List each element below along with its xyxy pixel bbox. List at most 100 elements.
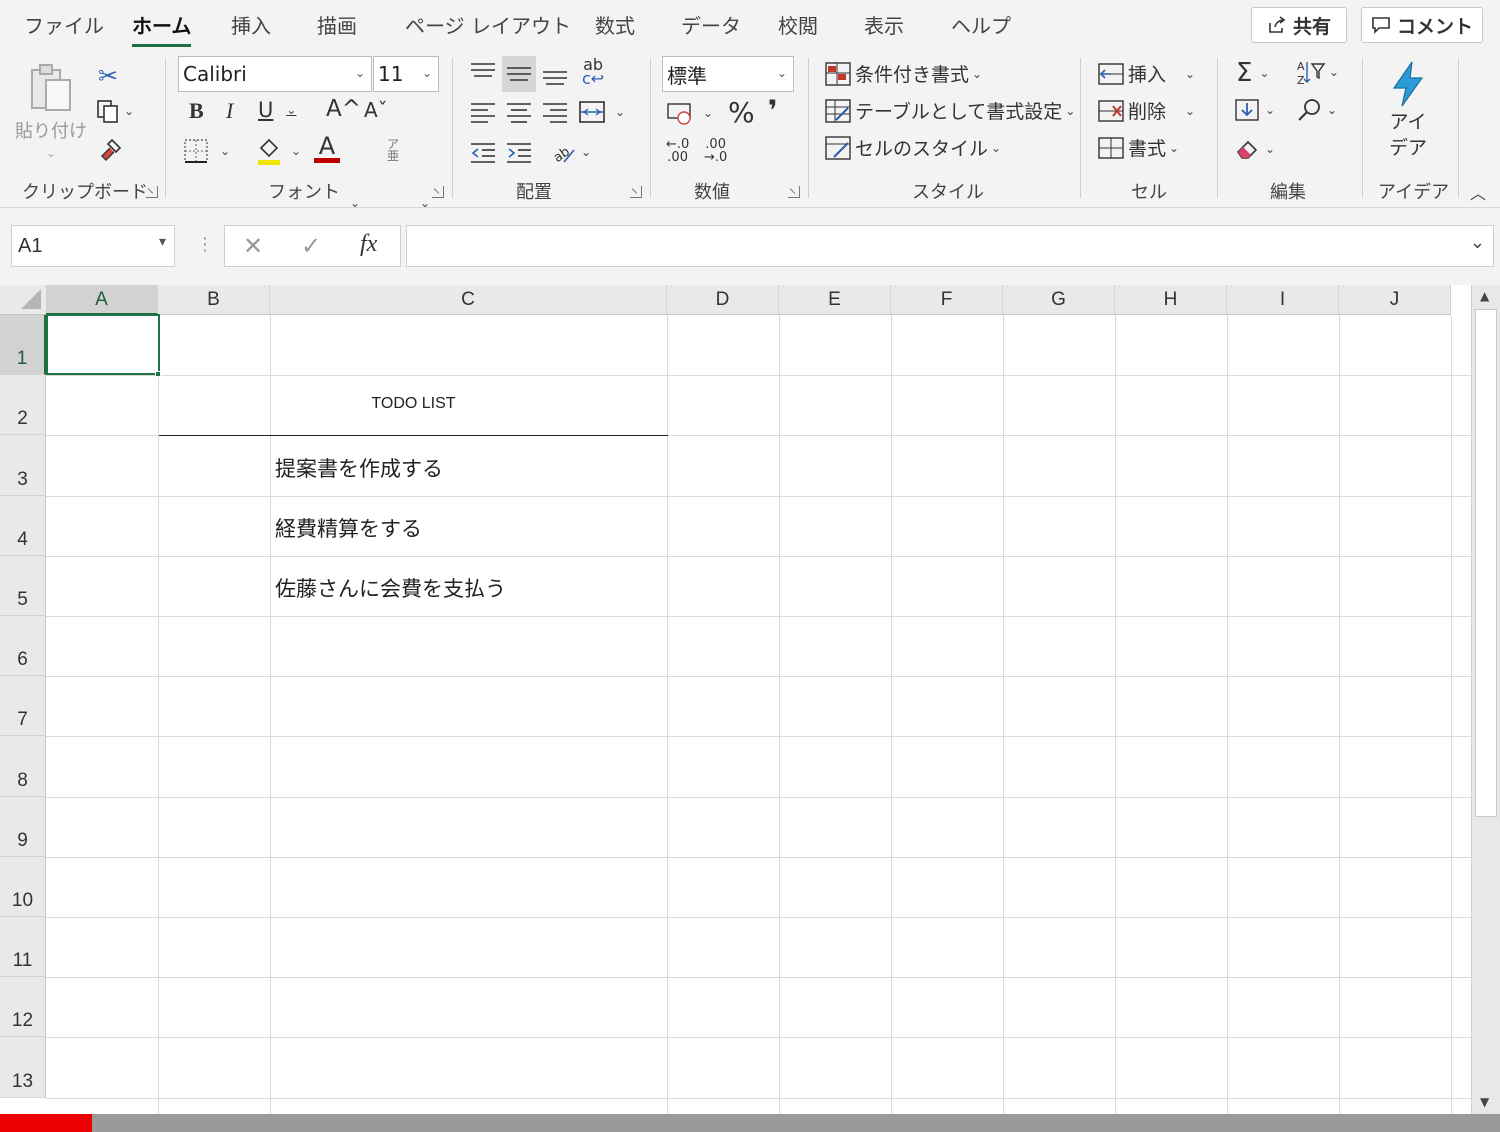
format-as-table-button[interactable]: テーブルとして書式設定 ⌄	[824, 97, 1075, 124]
column-header-b[interactable]: B	[158, 285, 270, 315]
row-header-8[interactable]: 8	[0, 736, 46, 797]
font-size-select[interactable]: 11 ⌄	[373, 56, 439, 92]
collapse-ribbon-icon[interactable]: ︿	[1470, 180, 1486, 204]
tab-draw[interactable]: 描画	[317, 10, 357, 39]
align-left-icon[interactable]	[468, 98, 498, 126]
shrink-font-button[interactable]: Aˇ	[364, 98, 388, 122]
row-header-5[interactable]: 5	[0, 555, 46, 616]
column-header-i[interactable]: I	[1227, 285, 1339, 315]
column-header-a[interactable]: A	[46, 285, 158, 315]
tab-help[interactable]: ヘルプ	[951, 10, 1011, 39]
column-header-d[interactable]: D	[667, 285, 779, 315]
row-header-6[interactable]: 6	[0, 616, 46, 677]
formula-input[interactable]: ⌄	[406, 225, 1494, 267]
grow-font-button[interactable]: A^	[326, 96, 361, 122]
name-box[interactable]: A1 ▾	[11, 225, 175, 267]
underline-button[interactable]: U ⌄	[258, 98, 296, 122]
share-button[interactable]: 共有	[1251, 7, 1347, 43]
fill-handle[interactable]	[155, 371, 161, 377]
borders-button[interactable]: ⌄	[183, 138, 230, 164]
find-select-button[interactable]: ⌄	[1296, 97, 1337, 123]
cell-styles-button[interactable]: セルのスタイル ⌄	[824, 134, 1001, 161]
wrap-text-button[interactable]: ab c↩	[582, 57, 604, 87]
increase-decimal-button[interactable]: ←.0.00	[666, 138, 689, 164]
tab-home[interactable]: ホーム	[132, 10, 192, 47]
increase-indent-icon[interactable]	[504, 138, 534, 166]
ideas-button[interactable]: アイ デア	[1388, 60, 1428, 160]
enter-icon[interactable]: ✓	[301, 232, 321, 260]
cut-button[interactable]: ✂	[98, 62, 118, 90]
paste-dropdown-icon[interactable]: ⌄	[46, 146, 56, 160]
todo-item-1[interactable]: 提案書を作成する	[275, 453, 443, 483]
tab-data[interactable]: データ	[681, 10, 741, 39]
cancel-icon[interactable]: ✕	[243, 232, 263, 260]
row-header-1[interactable]: 1	[0, 315, 46, 376]
insert-cells-button[interactable]: 挿入 ⌄	[1097, 60, 1195, 87]
clipboard-launcher-icon[interactable]	[146, 186, 158, 198]
vertical-scrollbar[interactable]: ▲ ▼	[1471, 285, 1500, 1115]
number-launcher-icon[interactable]	[788, 186, 800, 198]
decrease-indent-icon[interactable]	[468, 138, 498, 166]
expand-formula-icon[interactable]: ⌄	[1470, 232, 1485, 253]
column-header-h[interactable]: H	[1115, 285, 1227, 315]
tab-file[interactable]: ファイル	[24, 10, 104, 39]
tab-formulas[interactable]: 数式	[595, 10, 635, 39]
number-format-select[interactable]: 標準 ⌄	[662, 56, 794, 92]
tab-insert[interactable]: 挿入	[231, 10, 271, 39]
bold-button[interactable]: B	[189, 98, 204, 124]
insert-function-icon[interactable]: fx	[360, 231, 377, 258]
clear-button[interactable]: ⌄	[1234, 136, 1275, 162]
column-header-f[interactable]: F	[891, 285, 1003, 315]
orientation-button[interactable]: ab ⌄	[550, 138, 591, 166]
tab-review[interactable]: 校閲	[778, 10, 818, 39]
row-header-7[interactable]: 7	[0, 676, 46, 737]
comment-button[interactable]: コメント	[1361, 7, 1483, 43]
row-header-11[interactable]: 11	[0, 917, 46, 978]
fill-button[interactable]: ⌄	[1234, 97, 1275, 123]
worksheet-grid[interactable]: ABCDEFGHIJ 1 2 3 4 5 6 7 8 9 10 11 12 13 TODO LIST 提…	[0, 285, 1500, 1115]
italic-button[interactable]: I	[226, 98, 233, 124]
todo-item-2[interactable]: 経費精算をする	[275, 513, 422, 543]
align-bottom-icon[interactable]	[540, 60, 570, 88]
row-header-9[interactable]: 9	[0, 796, 46, 857]
copy-button[interactable]: ⌄	[95, 98, 134, 124]
column-header-e[interactable]: E	[779, 285, 891, 315]
percent-button[interactable]: %	[728, 96, 755, 129]
scrollbar-thumb[interactable]	[1475, 309, 1497, 817]
font-color-button[interactable]: A	[314, 134, 340, 163]
delete-cells-button[interactable]: 削除 ⌄	[1097, 97, 1195, 124]
format-painter-button[interactable]	[98, 138, 124, 164]
comma-button[interactable]: ❜	[768, 94, 778, 127]
row-header-4[interactable]: 4	[0, 495, 46, 556]
fill-color-button[interactable]: ⌄	[256, 136, 301, 166]
todo-title-cell[interactable]: TODO LIST	[159, 395, 668, 413]
row-header-2[interactable]: 2	[0, 375, 46, 436]
phonetic-button[interactable]: ア亜	[387, 138, 399, 162]
column-header-j[interactable]: J	[1339, 285, 1451, 315]
scroll-up-icon[interactable]: ▲	[1480, 289, 1489, 303]
format-cells-button[interactable]: 書式 ⌄	[1097, 134, 1179, 161]
paste-button[interactable]: 貼り付け ⌄	[15, 62, 87, 172]
scroll-down-icon[interactable]: ▼	[1480, 1095, 1489, 1109]
tab-view[interactable]: 表示	[864, 10, 904, 39]
merge-center-button[interactable]: ⌄	[578, 98, 625, 126]
todo-item-3[interactable]: 佐藤さんに会費を支払う	[275, 573, 506, 603]
font-name-select[interactable]: Calibri ⌄	[178, 56, 372, 92]
select-all-button[interactable]	[0, 285, 47, 315]
decrease-decimal-button[interactable]: .00 →.0	[704, 138, 727, 164]
row-header-12[interactable]: 12	[0, 977, 46, 1038]
font-launcher-icon[interactable]	[432, 186, 444, 198]
sort-filter-button[interactable]: AZ ⌄	[1296, 58, 1339, 86]
accounting-format-button[interactable]: ⌄	[666, 100, 713, 126]
column-header-c[interactable]: C	[270, 285, 667, 315]
row-header-10[interactable]: 10	[0, 856, 46, 917]
align-center-icon[interactable]	[504, 98, 534, 126]
conditional-formatting-button[interactable]: 条件付き書式 ⌄	[824, 60, 982, 87]
drag-handle-icon[interactable]: ⋮	[196, 234, 214, 255]
row-header-13[interactable]: 13	[0, 1037, 46, 1098]
selected-cell-a1[interactable]	[46, 314, 160, 375]
column-header-g[interactable]: G	[1003, 285, 1115, 315]
align-right-icon[interactable]	[540, 98, 570, 126]
row-header-3[interactable]: 3	[0, 435, 46, 496]
align-top-icon[interactable]	[468, 60, 498, 88]
